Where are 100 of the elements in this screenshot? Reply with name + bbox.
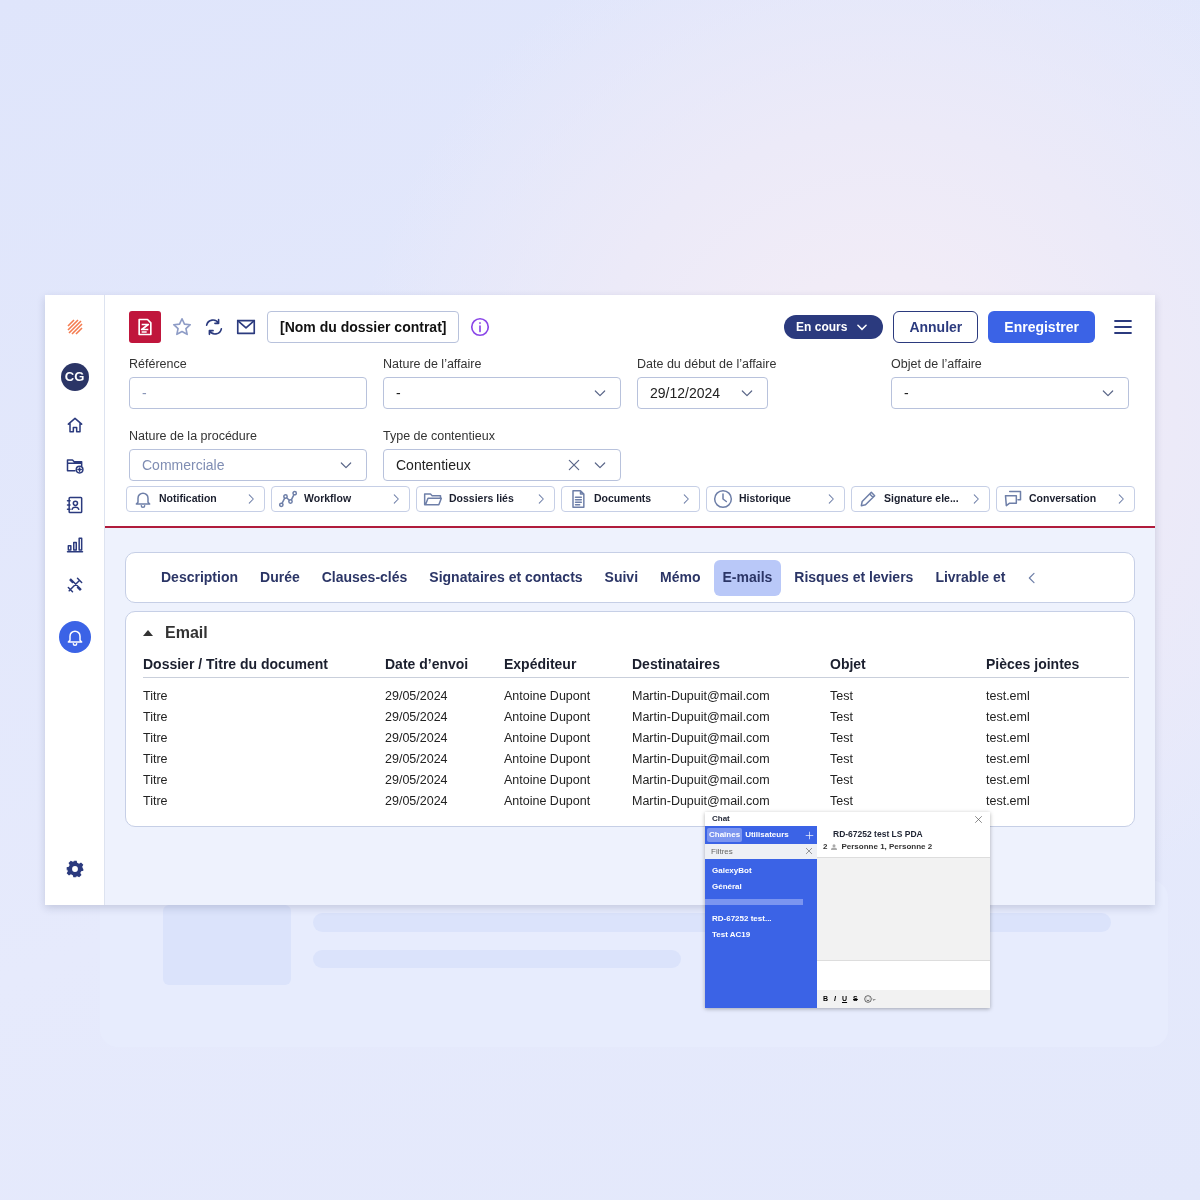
filter-field[interactable]: Filtres (705, 844, 817, 859)
table-cell: Antoine Dupont (504, 689, 591, 703)
table-cell: Titre (143, 752, 168, 766)
member-list: Personne 1, Personne 2 (841, 840, 933, 853)
save-button[interactable]: Enregistrer (988, 311, 1095, 343)
tab[interactable]: Risques et leviers (785, 559, 923, 596)
plus-icon (805, 830, 814, 840)
table-cell: 29/05/2024 (385, 731, 448, 745)
section-title: Email (165, 623, 208, 643)
close-icon (805, 847, 813, 855)
channel-item[interactable]: RD-67252 test... (705, 911, 817, 927)
table-cell: Martin-Dupuit@mail.com (632, 794, 770, 808)
document-icon (135, 317, 155, 337)
chat-title: Chat (712, 813, 730, 825)
table-cell: Martin-Dupuit@mail.com (632, 689, 770, 703)
channel-item[interactable]: Test AC19 (705, 927, 817, 943)
table-cell: Titre (143, 794, 168, 808)
tab[interactable]: E-mails (713, 559, 782, 596)
clear-filter-button[interactable] (805, 847, 813, 855)
table-cell: Antoine Dupont (504, 710, 591, 724)
field-label: Type de contentieux (383, 428, 496, 445)
shortcut-button[interactable]: Signature ele... (851, 486, 990, 512)
shortcut-button[interactable]: Historique (706, 486, 845, 512)
table-cell: 29/05/2024 (385, 773, 448, 787)
column-header: Expéditeur (504, 644, 632, 678)
tab[interactable]: Durée (251, 559, 309, 596)
workflow-icon (278, 489, 298, 509)
tab[interactable]: Clauses-clés (312, 559, 417, 596)
message-input[interactable] (817, 960, 990, 990)
tab[interactable]: Livrable et (926, 559, 1015, 596)
tab[interactable]: Signataires et contacts (420, 559, 592, 596)
pen-icon (858, 489, 878, 509)
select-field[interactable]: Contentieux (383, 449, 621, 481)
table-cell: Antoine Dupont (504, 794, 591, 808)
favorite-button[interactable] (171, 316, 193, 338)
info-icon (469, 316, 492, 338)
chat-bubbles-icon (1003, 489, 1023, 509)
table-cell: test.eml (986, 689, 1030, 703)
table-cell: Test (830, 752, 853, 766)
avatar[interactable]: CG (60, 363, 89, 391)
bell-button[interactable] (58, 621, 91, 653)
table-cell: Titre (143, 731, 168, 745)
select-field[interactable]: - (383, 377, 621, 409)
table-cell: test.eml (986, 710, 1030, 724)
channel-item[interactable]: GalexyBot (705, 863, 817, 879)
table-cell: Martin-Dupuit@mail.com (632, 731, 770, 745)
tab[interactable]: Description (152, 559, 247, 596)
shortcut-button[interactable]: Conversation (996, 486, 1135, 512)
star-icon (171, 316, 193, 338)
table-cell: Martin-Dupuit@mail.com (632, 752, 770, 766)
bar-chart-icon (64, 535, 85, 555)
table-cell: Test (830, 731, 853, 745)
column-header: Objet (830, 644, 986, 678)
clock-icon (713, 489, 733, 509)
emoji-button[interactable] (863, 995, 876, 1003)
add-button[interactable] (805, 830, 814, 840)
shortcut-button[interactable]: Workflow (271, 486, 410, 512)
title-field[interactable]: [Nom du dossier contrat] (267, 311, 460, 343)
channel-item[interactable]: Général (705, 879, 817, 895)
table-cell: Titre (143, 689, 168, 703)
member-count: 2 (823, 840, 828, 853)
table-cell: Test (830, 773, 853, 787)
table-cell: Martin-Dupuit@mail.com (632, 773, 770, 787)
tab[interactable]: Suivi (595, 559, 648, 596)
text-field[interactable]: - (129, 377, 367, 409)
close-button[interactable] (974, 814, 983, 824)
collapse-toggle[interactable] (143, 629, 153, 637)
field-label: Nature de la procédure (129, 428, 258, 445)
chat-tab[interactable]: Utilisateurs (743, 828, 791, 842)
sync-icon (203, 316, 225, 338)
table-cell: Test (830, 794, 853, 808)
table-cell: Titre (143, 710, 168, 724)
table-cell: Titre (143, 773, 168, 787)
table-cell: 29/05/2024 (385, 689, 448, 703)
conversation-title: RD-67252 test LS PDA (832, 828, 924, 841)
field-label: Objet de l’affaire (891, 356, 983, 373)
shortcut-button[interactable]: Dossiers liés (416, 486, 555, 512)
contact-book-icon (64, 495, 85, 515)
shortcut-button[interactable]: Notification (126, 486, 265, 512)
field-label: Référence (129, 356, 188, 373)
table-cell: test.eml (986, 731, 1030, 745)
emoji-icon (863, 995, 876, 1003)
table-cell: Antoine Dupont (504, 752, 591, 766)
table-cell: Test (830, 710, 853, 724)
shortcut-button[interactable]: Documents (561, 486, 700, 512)
column-header: Date d’envoi (385, 644, 504, 678)
date-field[interactable]: 29/12/2024 (637, 377, 768, 409)
table-cell: Martin-Dupuit@mail.com (632, 710, 770, 724)
select-field[interactable]: - (891, 377, 1129, 409)
table-cell: Antoine Dupont (504, 731, 591, 745)
tab[interactable]: Mémo (651, 559, 710, 596)
table-cell: 29/05/2024 (385, 710, 448, 724)
status-dropdown[interactable]: En cours (784, 315, 884, 339)
table-cell: 29/05/2024 (385, 794, 448, 808)
field-label: Date du début de l’affaire (637, 356, 778, 373)
info-button[interactable] (469, 316, 492, 338)
table-cell: test.eml (986, 794, 1030, 808)
table-cell: 29/05/2024 (385, 752, 448, 766)
sync-button[interactable] (203, 316, 225, 338)
cancel-button[interactable]: Annuler (893, 311, 979, 343)
